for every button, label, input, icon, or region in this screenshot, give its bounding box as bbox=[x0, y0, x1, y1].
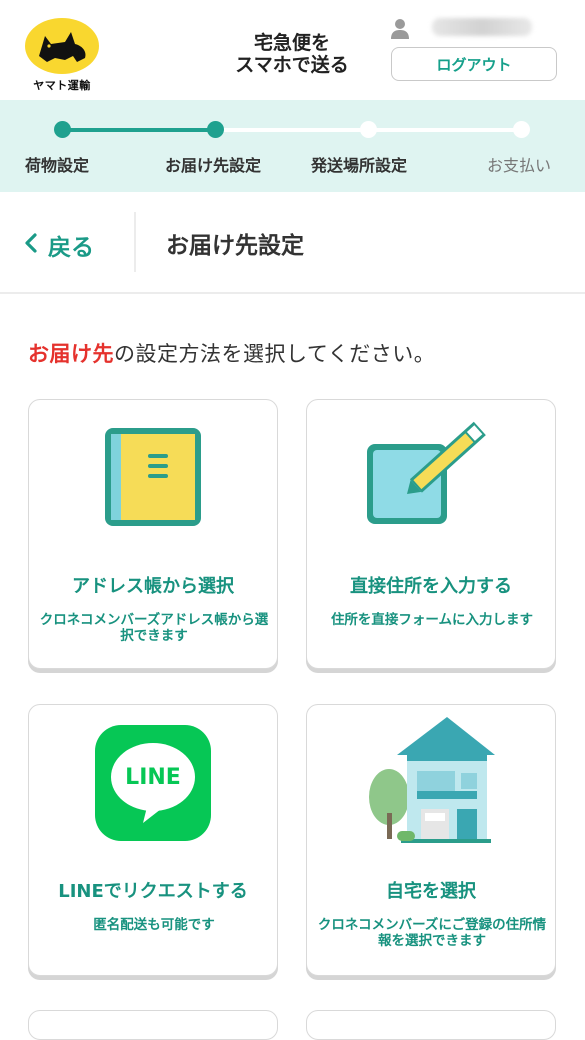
option-title: アドレス帳から選択 bbox=[72, 576, 234, 597]
option-desc: 住所を直接フォームに入力します bbox=[330, 612, 534, 628]
back-label: 戻る bbox=[48, 235, 94, 261]
option-desc: クロネコメンバーズにご登録の住所情報を選択できます bbox=[317, 917, 547, 949]
progress-dot-step1 bbox=[54, 121, 71, 138]
option-card-line[interactable]: LINE LINEでリクエストする 匿名配送も可能です bbox=[28, 704, 278, 976]
pencil-form-icon bbox=[307, 408, 555, 528]
progress-label-step2: お届け先設定 bbox=[165, 156, 262, 175]
logo-text: ヤマト運輸 bbox=[33, 79, 91, 92]
option-card-home[interactable]: 自宅を選択 クロネコメンバーズにご登録の住所情報を選択できます bbox=[306, 704, 556, 976]
progress-dot-step4 bbox=[513, 121, 530, 138]
option-card-address-book[interactable]: アドレス帳から選択 クロネコメンバーズアドレス帳から選択できます bbox=[28, 399, 278, 669]
option-card-partial[interactable] bbox=[28, 1010, 278, 1040]
option-title: 自宅を選択 bbox=[386, 881, 476, 902]
option-desc: クロネコメンバーズアドレス帳から選択できます bbox=[39, 612, 269, 644]
page-title: お届け先設定 bbox=[166, 233, 304, 259]
progress-dot-step2 bbox=[207, 121, 224, 138]
progress-stepper: 荷物設定 お届け先設定 発送場所設定 お支払い bbox=[0, 100, 585, 192]
app-title-line2: スマホで送る bbox=[235, 54, 349, 76]
instruction-emphasis: お届け先 bbox=[28, 342, 114, 366]
user-name-redacted bbox=[432, 18, 532, 36]
house-icon bbox=[307, 715, 555, 855]
progress-line-done bbox=[62, 128, 216, 132]
app-title: 宅急便を スマホで送る bbox=[222, 32, 362, 76]
option-card-direct-input[interactable]: 直接住所を入力する 住所を直接フォームに入力します bbox=[306, 399, 556, 669]
chevron-left-icon bbox=[24, 231, 38, 259]
progress-label-step3: 発送場所設定 bbox=[311, 156, 408, 175]
instruction-text: お届け先の設定方法を選択してください。 bbox=[28, 338, 435, 368]
line-logo-text: LINE bbox=[125, 765, 181, 790]
progress-dot-step3 bbox=[360, 121, 377, 138]
app-title-line1: 宅急便を bbox=[253, 32, 330, 54]
logout-button[interactable]: ログアウト bbox=[391, 47, 557, 81]
option-title: LINEでリクエストする bbox=[58, 881, 248, 902]
progress-label-step1: 荷物設定 bbox=[25, 156, 90, 175]
page-subheader: 戻る お届け先設定 bbox=[0, 192, 585, 294]
back-button[interactable]: 戻る bbox=[24, 228, 94, 262]
option-title: 直接住所を入力する bbox=[350, 576, 512, 597]
progress-label-step4: お支払い bbox=[487, 156, 552, 175]
subheader-divider bbox=[134, 212, 136, 272]
option-card-partial[interactable] bbox=[306, 1010, 556, 1040]
black-cat-logo-icon bbox=[25, 18, 99, 74]
app-header: ヤマト運輸 宅急便を スマホで送る ログアウト bbox=[0, 0, 585, 100]
yamato-logo[interactable]: ヤマト運輸 bbox=[22, 18, 102, 94]
user-icon bbox=[390, 18, 410, 40]
instruction-rest: の設定方法を選択してください。 bbox=[114, 342, 436, 366]
address-book-icon bbox=[29, 424, 277, 530]
option-desc: 匿名配送も可能です bbox=[93, 917, 215, 933]
